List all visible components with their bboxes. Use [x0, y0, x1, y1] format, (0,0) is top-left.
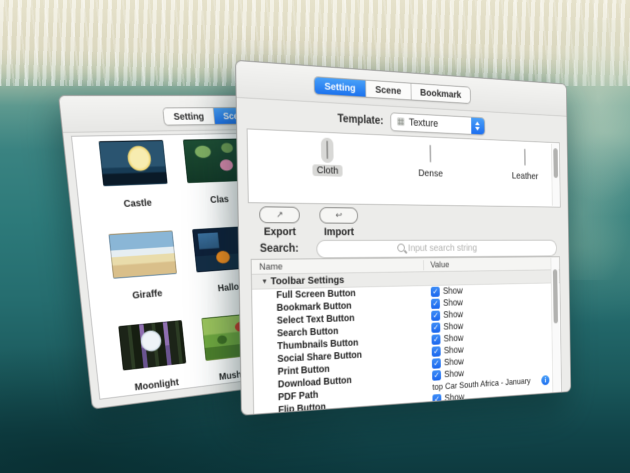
check-icon: ✓	[433, 359, 439, 367]
texture-item-dense[interactable]: Dense	[392, 140, 469, 179]
scene-item[interactable]: Giraffe	[108, 230, 181, 326]
texture-item-leather[interactable]: Leather	[489, 145, 559, 183]
show-checkbox[interactable]: ✓	[432, 370, 441, 381]
check-icon: ✓	[433, 336, 439, 344]
row-value: Show	[443, 322, 463, 333]
check-icon: ✓	[433, 312, 439, 320]
search-label: Search:	[260, 243, 317, 255]
row-value: Show	[444, 333, 464, 344]
show-checkbox[interactable]: ✓	[432, 346, 441, 357]
scene-thumbnail-moonlight	[118, 320, 186, 370]
tab-setting[interactable]: Setting	[163, 108, 214, 125]
row-value: Show	[444, 369, 464, 380]
setting-window: Setting Scene Bookmark Template: ▦ Textu…	[235, 60, 571, 416]
scene-label: Giraffe	[115, 286, 180, 303]
check-icon: ✓	[432, 288, 438, 296]
show-checkbox[interactable]: ✓	[431, 287, 440, 297]
name-column-header[interactable]: Name	[252, 260, 424, 273]
texture-label: Leather	[512, 170, 539, 181]
show-checkbox[interactable]: ✓	[431, 299, 440, 309]
texture-item-cloth[interactable]: Cloth	[285, 136, 369, 177]
texture-swatch-icon: ▦	[397, 117, 405, 127]
show-checkbox[interactable]: ✓	[432, 334, 441, 345]
check-icon: ✓	[433, 324, 439, 332]
toolbar-settings-table: Name Value ▼ Toolbar Settings Full Scree…	[251, 256, 562, 416]
scene-item[interactable]: Moonlight	[118, 320, 191, 409]
tab-bookmark[interactable]: Bookmark	[410, 84, 470, 103]
scene-label: Castle	[105, 196, 170, 210]
strip-scrollbar-thumb[interactable]	[553, 148, 558, 178]
texture-label: Cloth	[312, 164, 343, 176]
export-button[interactable]: ↗	[259, 206, 300, 223]
search-input[interactable]	[316, 239, 557, 258]
texture-thumbnail-dense	[429, 145, 431, 163]
import-label: Import	[324, 226, 354, 238]
scene-thumbnail-giraffe	[108, 230, 176, 278]
detail-popover-button[interactable]: i	[541, 375, 549, 385]
texture-thumbnail-leather	[524, 149, 526, 166]
export-label: Export	[264, 226, 296, 238]
show-checkbox[interactable]: ✓	[431, 311, 440, 321]
check-icon: ✓	[433, 348, 439, 356]
row-value: Show	[444, 357, 464, 368]
disclosure-triangle-icon[interactable]: ▼	[261, 278, 268, 285]
scene-item[interactable]: Castle	[99, 140, 173, 234]
template-label: Template:	[337, 113, 383, 127]
template-dropdown-value: Texture	[409, 117, 439, 130]
scene-label: Moonlight	[124, 375, 188, 394]
export-icon: ↗	[276, 210, 283, 219]
import-button[interactable]: ↩	[319, 207, 358, 224]
tab-scene[interactable]: Scene	[365, 81, 410, 100]
texture-thumbnail-strip: Cloth Dense Leather	[247, 128, 561, 207]
row-value: Show	[443, 310, 463, 321]
import-icon: ↩	[335, 211, 342, 220]
check-icon: ✓	[433, 300, 439, 308]
show-checkbox[interactable]: ✓	[432, 394, 441, 405]
dropdown-stepper-icon	[471, 118, 484, 135]
show-checkbox[interactable]: ✓	[432, 358, 441, 369]
scene-thumbnail-castle	[99, 140, 168, 186]
row-value: Show	[443, 298, 463, 309]
check-icon: ✓	[434, 395, 440, 403]
search-magnifier-icon	[397, 244, 405, 252]
row-value: Show	[444, 345, 464, 356]
texture-label: Dense	[418, 168, 443, 180]
texture-thumbnail-cloth	[326, 141, 328, 159]
check-icon: ✓	[434, 371, 440, 379]
tab-setting[interactable]: Setting	[315, 77, 366, 97]
info-icon: i	[545, 376, 547, 384]
strip-scrollbar[interactable]	[551, 144, 559, 206]
table-scrollbar-thumb[interactable]	[553, 269, 558, 323]
row-value: Show	[443, 286, 463, 297]
value-column-header[interactable]: Value	[424, 259, 450, 269]
show-checkbox[interactable]: ✓	[431, 322, 440, 332]
template-dropdown[interactable]: ▦ Texture	[390, 112, 485, 135]
group-label: Toolbar Settings	[270, 274, 344, 287]
